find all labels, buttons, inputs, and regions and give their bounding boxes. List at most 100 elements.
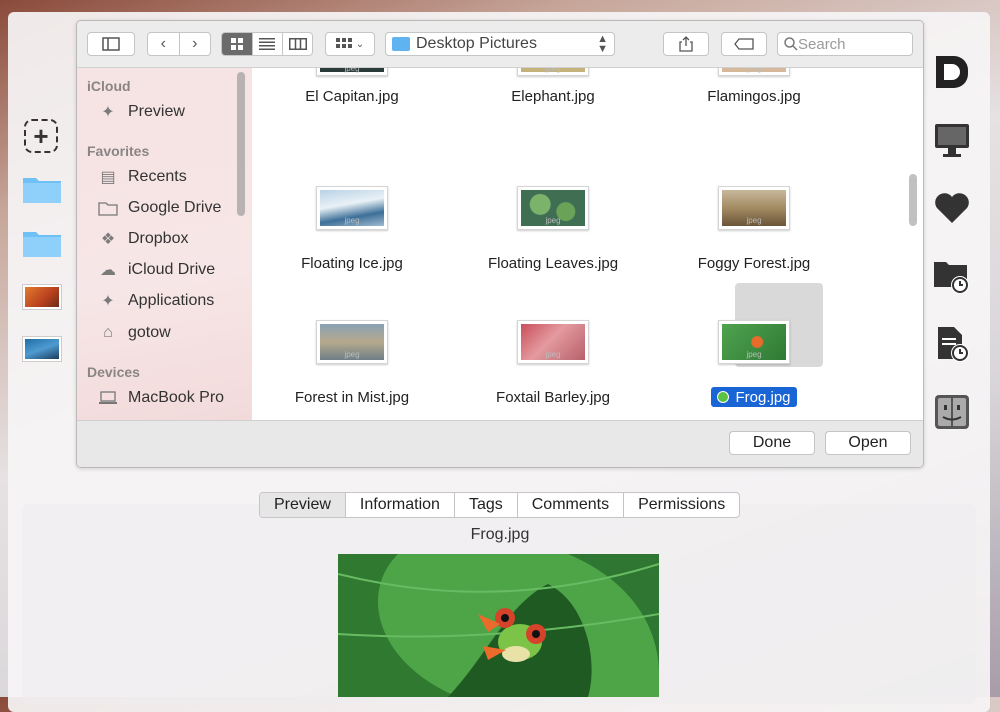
folder-icon[interactable]	[22, 228, 62, 258]
folder-icon	[97, 199, 119, 217]
sidebar-item-dropbox[interactable]: ❖ Dropbox	[97, 226, 189, 252]
list-view-button[interactable]	[253, 33, 283, 55]
sidebar-icon	[102, 37, 120, 51]
clock-icon: ▤	[100, 169, 116, 186]
file-thumbnail: jpeg	[718, 68, 790, 76]
finder-icon[interactable]	[932, 392, 972, 432]
arrange-button[interactable]: ⌄	[325, 32, 375, 56]
inspector-tabs: Preview Information Tags Comments Permis…	[259, 492, 741, 518]
nav-back-forward: ‹ ›	[147, 32, 211, 56]
tab-permissions[interactable]: Permissions	[624, 493, 739, 517]
sidebar-item-label: iCloud Drive	[128, 261, 216, 278]
recent-folder-icon[interactable]	[932, 256, 972, 296]
file-name: El Capitan.jpg	[305, 88, 399, 105]
updown-chevron-icon: ▲ ▼	[597, 33, 608, 55]
file-name: Floating Leaves.jpg	[487, 255, 619, 272]
file-name: Foggy Forest.jpg	[697, 255, 811, 272]
app-icon: ✦	[101, 293, 115, 310]
tab-preview[interactable]: Preview	[260, 493, 346, 517]
folder-icon[interactable]	[22, 174, 62, 204]
file-grid-scrollbar[interactable]	[909, 174, 917, 226]
recent-document-icon[interactable]	[932, 324, 972, 364]
tab-comments[interactable]: Comments	[518, 493, 625, 517]
sidebar-item-gotow[interactable]: ⌂ gotow	[97, 320, 171, 346]
document-tab-icon[interactable]	[932, 52, 972, 92]
cloud-icon: ☁	[100, 262, 116, 279]
file-thumbnail: jpeg	[316, 320, 388, 364]
sidebar-section-icloud: iCloud	[87, 78, 131, 94]
sidebar-item-preview[interactable]: ✦ Preview	[97, 99, 185, 125]
tag-button[interactable]	[721, 32, 767, 56]
search-icon	[784, 37, 798, 51]
green-tag-icon	[717, 391, 730, 403]
file-name: Forest in Mist.jpg	[294, 389, 410, 406]
search-input[interactable]: Search	[777, 32, 913, 56]
sidebar-item-label: Google Drive	[128, 199, 222, 216]
sidebar-scrollbar[interactable]	[237, 72, 245, 216]
file-name: Floating Ice.jpg	[301, 255, 403, 272]
file-name: Foxtail Barley.jpg	[496, 389, 610, 406]
location-popup[interactable]: Desktop Pictures ▲ ▼	[385, 32, 615, 56]
heart-icon[interactable]	[932, 188, 972, 228]
arrange-grid-icon	[335, 38, 352, 48]
sidebar-toggle-button[interactable]	[87, 32, 135, 56]
sidebar-item-applications[interactable]: ✦ Applications	[97, 288, 214, 314]
file-item[interactable]: jpeg Flamingos.jpg	[654, 68, 854, 105]
view-mode-switcher	[221, 32, 313, 56]
image-thumbnail-icon[interactable]	[22, 284, 62, 310]
sidebar-item-recents[interactable]: ▤ Recents	[97, 164, 186, 190]
sidebar-item-label: MacBook Pro	[128, 389, 225, 406]
sidebar-item-macbook-pro[interactable]: MacBook Pro	[97, 385, 224, 411]
search-placeholder: Search	[798, 35, 846, 53]
file-thumbnail: jpeg	[517, 320, 589, 364]
file-item[interactable]: jpeg El Capitan.jpg	[252, 68, 452, 105]
folder-icon	[392, 37, 410, 51]
columns-icon	[288, 38, 307, 50]
add-button[interactable]: +	[24, 119, 58, 153]
icon-view-button[interactable]	[222, 33, 253, 55]
file-item-selected[interactable]: jpeg Frog.jpg	[654, 320, 854, 408]
file-item[interactable]: jpeg Forest in Mist.jpg	[252, 320, 452, 406]
location-label: Desktop Pictures	[416, 35, 537, 52]
list-icon	[259, 38, 276, 50]
file-item[interactable]: jpeg Floating Leaves.jpg	[453, 186, 653, 272]
dropbox-icon: ❖	[100, 231, 116, 248]
back-button[interactable]: ‹	[148, 33, 180, 55]
tag-icon	[734, 38, 754, 50]
chevron-left-icon: ‹	[160, 35, 166, 52]
file-name: Flamingos.jpg	[707, 88, 801, 105]
column-view-button[interactable]	[283, 33, 312, 55]
file-thumbnail: jpeg	[517, 186, 589, 230]
file-thumbnail: jpeg	[718, 320, 790, 364]
file-name: Elephant.jpg	[511, 88, 595, 105]
sidebar-item-label: Preview	[128, 103, 185, 120]
file-thumbnail: jpeg	[718, 186, 790, 230]
sidebar-item-label: Applications	[128, 292, 215, 309]
file-item[interactable]: jpeg Foxtail Barley.jpg	[453, 320, 653, 406]
open-button[interactable]: Open	[825, 431, 911, 455]
file-item[interactable]: jpeg Floating Ice.jpg	[252, 186, 452, 272]
image-thumbnail-icon[interactable]	[22, 336, 62, 362]
tab-information[interactable]: Information	[346, 493, 455, 517]
share-button[interactable]	[663, 32, 709, 56]
plus-icon: +	[33, 121, 49, 151]
sidebar-section-devices: Devices	[87, 364, 140, 380]
grid-icon	[230, 38, 243, 50]
forward-button[interactable]: ›	[180, 33, 211, 55]
file-name-selected: Frog.jpg	[711, 387, 797, 407]
desktop-icon[interactable]	[932, 120, 972, 160]
done-button[interactable]: Done	[729, 431, 815, 455]
file-thumbnail: jpeg	[316, 186, 388, 230]
preview-file-name: Frog.jpg	[470, 526, 530, 543]
preview-image	[338, 554, 659, 697]
sidebar-item-google-drive[interactable]: Google Drive	[97, 195, 221, 221]
file-grid: jpeg El Capitan.jpg jpeg Elephant.jpg jp…	[252, 68, 923, 420]
chevron-right-icon: ›	[192, 35, 198, 52]
file-item[interactable]: jpeg Foggy Forest.jpg	[654, 186, 854, 272]
sidebar-item-label: gotow	[128, 324, 171, 341]
sidebar-item-icloud-drive[interactable]: ☁ iCloud Drive	[97, 257, 215, 283]
dialog-footer: Done Open	[77, 420, 923, 467]
tab-tags[interactable]: Tags	[455, 493, 518, 517]
sidebar-section-favorites: Favorites	[87, 143, 150, 159]
file-item[interactable]: jpeg Elephant.jpg	[453, 68, 653, 105]
